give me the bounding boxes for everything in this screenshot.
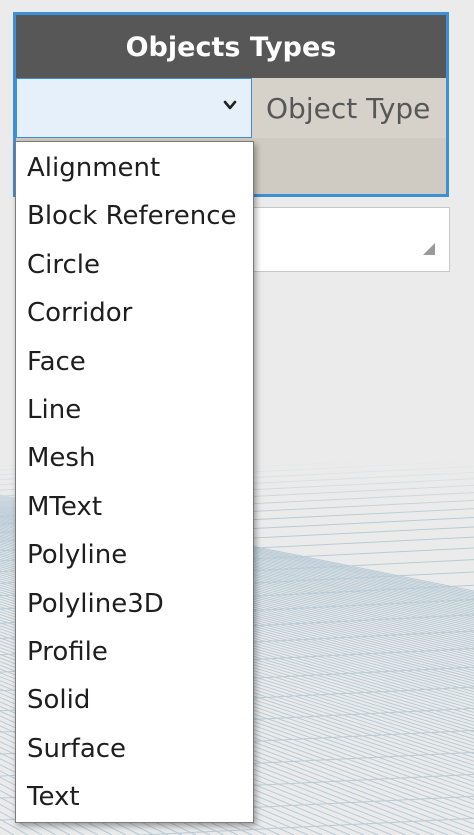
dropdown-option[interactable]: Block Reference <box>16 192 253 240</box>
output-port-object-type[interactable]: Object Type <box>252 78 446 138</box>
resize-grip-icon[interactable] <box>423 243 435 255</box>
dropdown-option[interactable]: Text <box>16 773 253 821</box>
dropdown-option[interactable]: Line <box>16 386 253 434</box>
dropdown-options-list[interactable]: Alignment Block Reference Circle Corrido… <box>15 141 254 823</box>
chevron-down-icon[interactable] <box>222 93 238 117</box>
dropdown-option[interactable]: Face <box>16 338 253 386</box>
second-node-partial[interactable] <box>236 207 450 272</box>
dropdown-option[interactable]: Solid <box>16 676 253 724</box>
node-title[interactable]: Objects Types <box>16 15 446 78</box>
dropdown-option[interactable]: Circle <box>16 241 253 289</box>
object-type-dropdown[interactable] <box>16 78 252 138</box>
dropdown-option[interactable]: Profile <box>16 628 253 676</box>
dropdown-option[interactable]: Alignment <box>16 144 253 192</box>
dropdown-option[interactable]: Mesh <box>16 434 253 482</box>
dropdown-option[interactable]: Polyline <box>16 531 253 579</box>
dropdown-option[interactable]: Surface <box>16 725 253 773</box>
dropdown-option[interactable]: Corridor <box>16 289 253 337</box>
workspace-canvas[interactable]: Objects Types Object Type Alignment Bloc… <box>0 0 474 835</box>
dropdown-option[interactable]: MText <box>16 483 253 531</box>
dropdown-option[interactable]: Polyline3D <box>16 580 253 628</box>
